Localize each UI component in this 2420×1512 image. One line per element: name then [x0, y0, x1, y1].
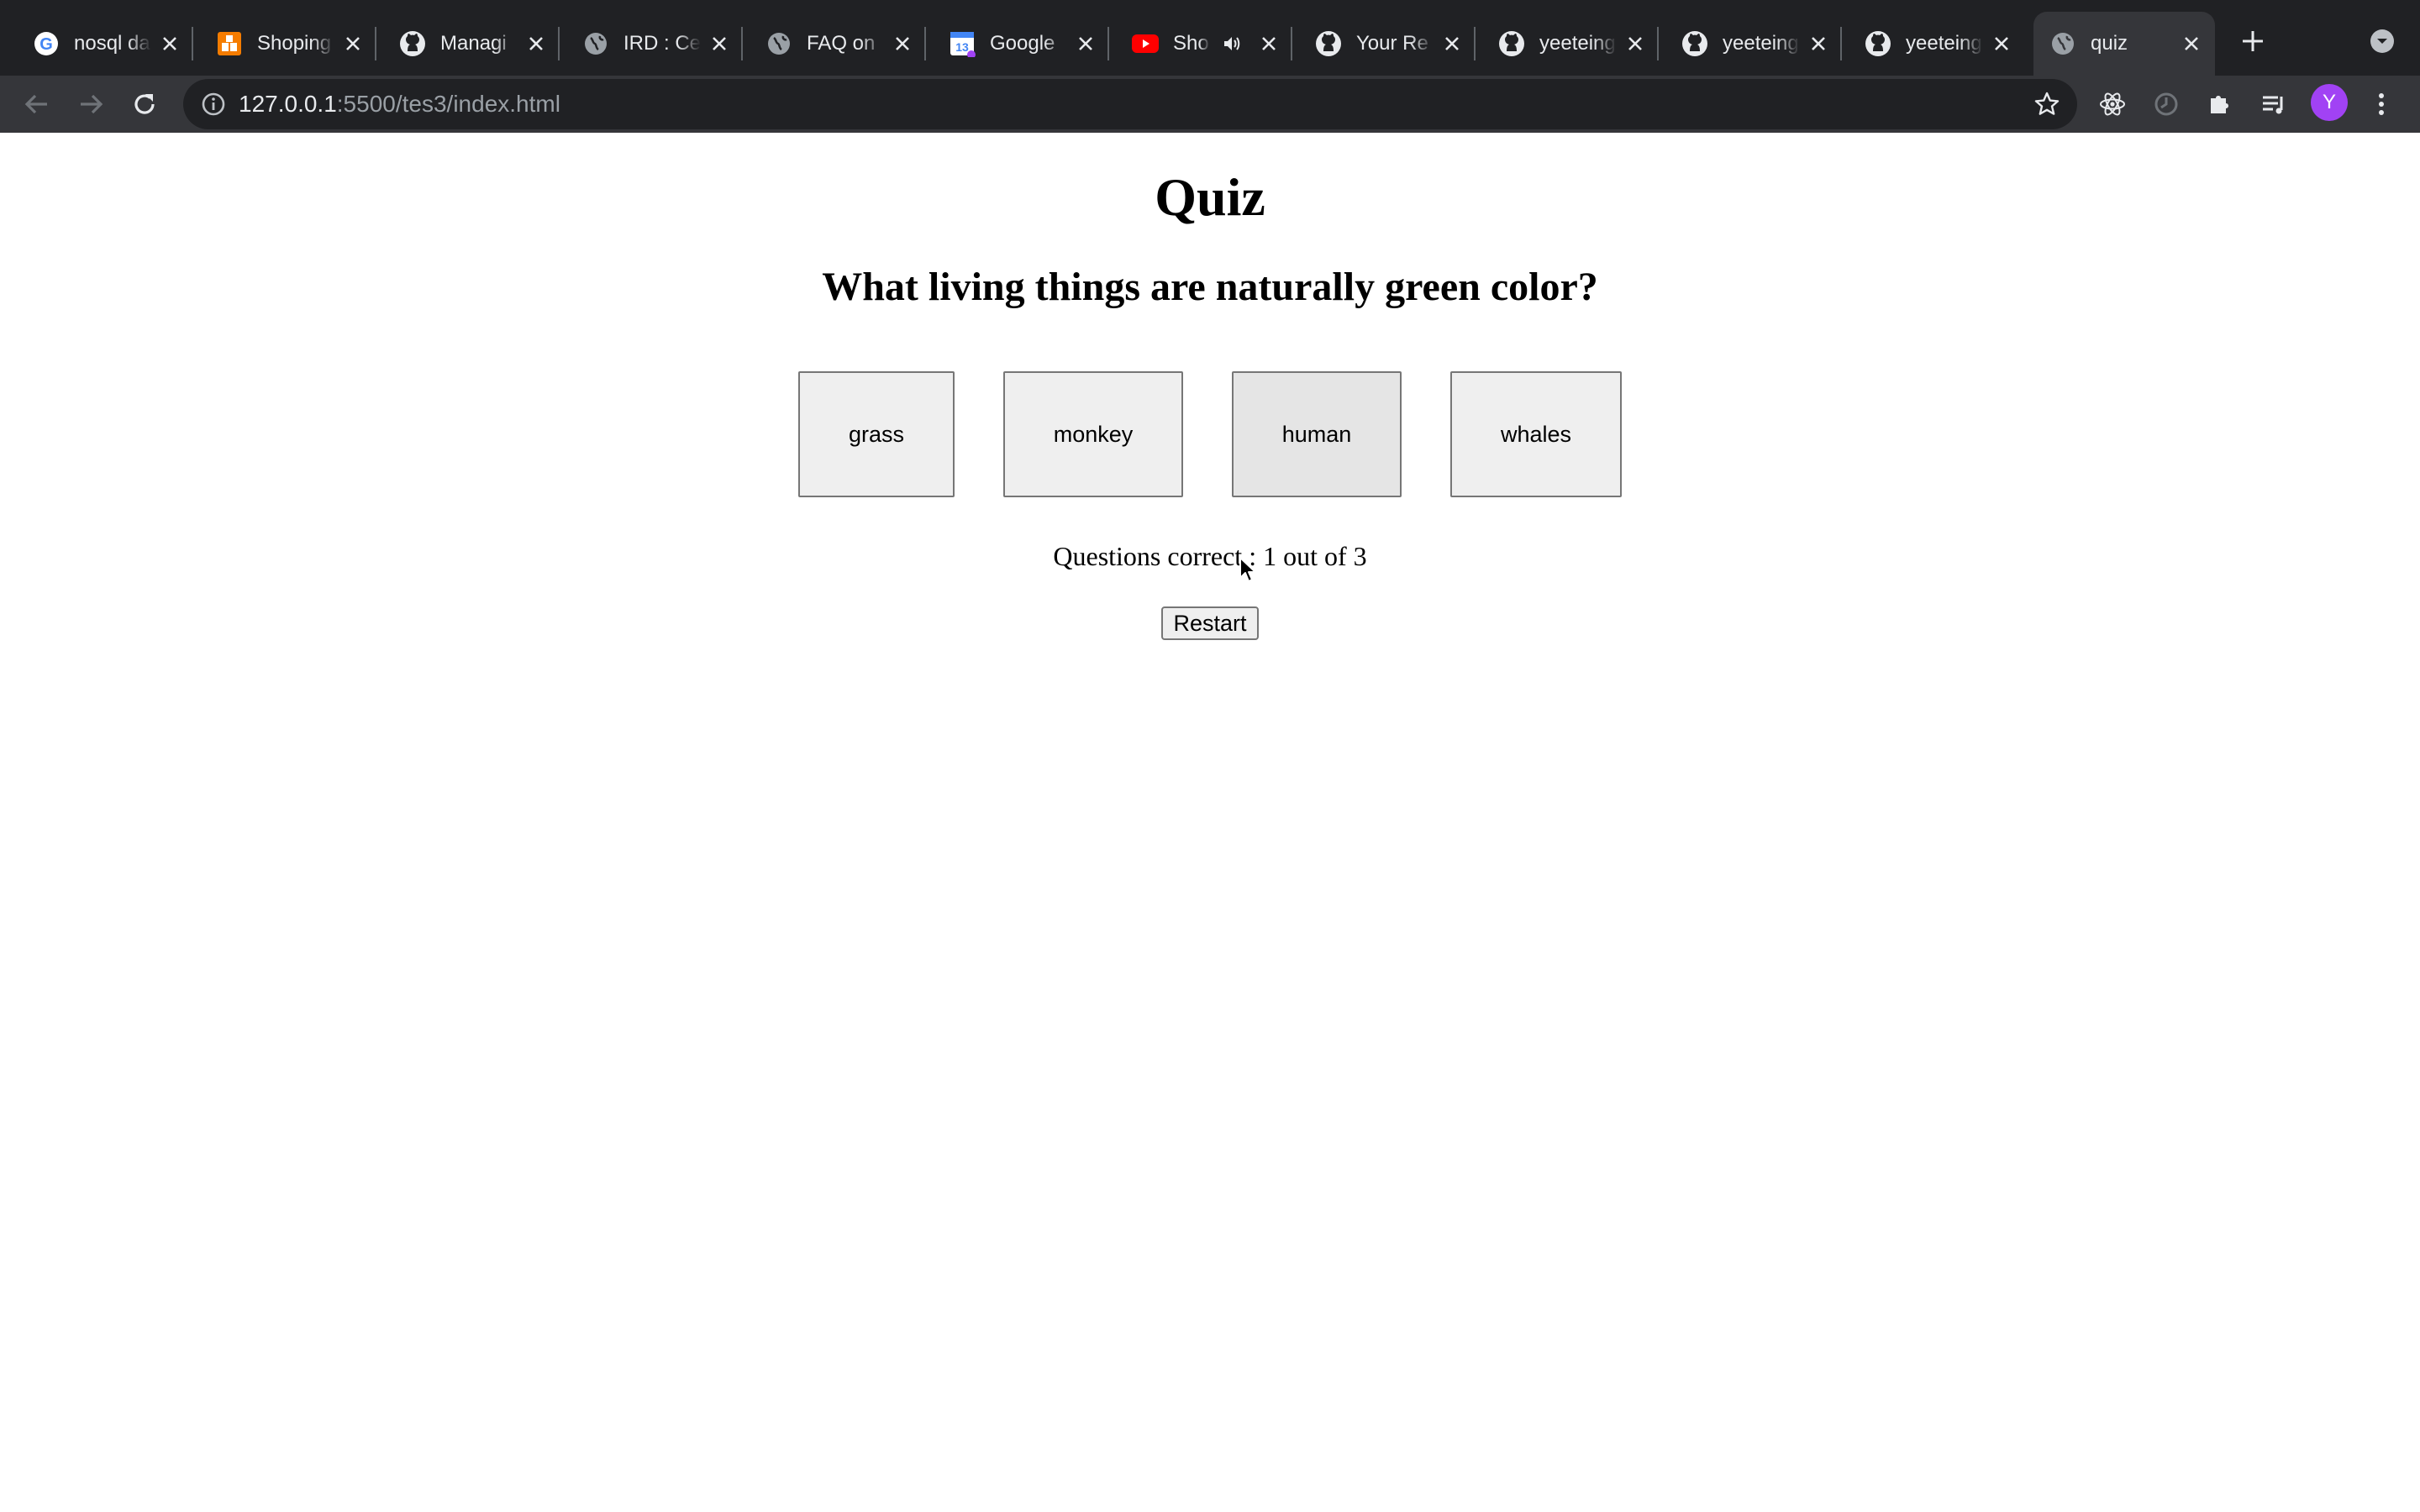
calendar-icon: 13: [948, 29, 976, 58]
tab-title: Managi: [440, 32, 507, 55]
tab-title: FAQ on: [807, 32, 876, 55]
url-text[interactable]: 127.0.0.1:5500/tes3/index.html: [239, 79, 560, 129]
tab-separator: [741, 27, 743, 60]
tab-youtube[interactable]: Sho: [1116, 12, 1292, 76]
tab-separator: [375, 27, 376, 60]
github-icon: [1314, 29, 1343, 58]
answer-button-human[interactable]: human: [1232, 371, 1402, 497]
close-tab-icon[interactable]: [1440, 32, 1464, 55]
tab-strip: G nosql da Shoping Managi IRD : Ce FAQ o…: [0, 0, 2420, 76]
tab-separator: [1291, 27, 1292, 60]
tab-nosql[interactable]: G nosql da: [17, 12, 193, 76]
globe-icon: [2049, 29, 2077, 58]
forward-icon[interactable]: [74, 87, 108, 121]
restart-button[interactable]: Restart: [1161, 606, 1259, 640]
close-tab-icon[interactable]: [524, 32, 548, 55]
github-icon: [1681, 29, 1709, 58]
tab-separator: [192, 27, 193, 60]
reload-icon[interactable]: [128, 87, 161, 121]
youtube-icon: [1131, 29, 1160, 58]
tab-quiz[interactable]: quiz: [2033, 12, 2215, 76]
close-tab-icon[interactable]: [341, 32, 365, 55]
close-tab-icon[interactable]: [1990, 32, 2013, 55]
speaker-icon[interactable]: [1222, 34, 1242, 54]
tab-search-icon[interactable]: [2368, 27, 2396, 55]
tab-separator: [1657, 27, 1659, 60]
info-icon[interactable]: [198, 89, 229, 119]
score-text: Questions correct : 1 out of 3: [1053, 541, 1367, 571]
tab-your-repos[interactable]: Your Re: [1299, 12, 1476, 76]
globe-icon: [581, 29, 610, 58]
tab-ird[interactable]: IRD : Ce: [566, 12, 743, 76]
url-host: 127.0.0.1: [239, 91, 337, 117]
close-tab-icon[interactable]: [1257, 32, 1281, 55]
tab-separator: [1840, 27, 1842, 60]
close-tab-icon[interactable]: [2180, 32, 2203, 55]
close-tab-icon[interactable]: [708, 32, 731, 55]
tab-title: nosql da: [74, 32, 150, 55]
tab-yeeteing-1[interactable]: yeeteing: [1482, 12, 1659, 76]
tab-title: Your Re: [1356, 32, 1428, 55]
tab-title: Google: [990, 32, 1055, 55]
address-bar[interactable]: 127.0.0.1:5500/tes3/index.html: [183, 79, 2077, 129]
bookmark-star-icon[interactable]: [2032, 89, 2062, 119]
tab-shoping[interactable]: Shoping: [200, 12, 376, 76]
tab-faq[interactable]: FAQ on: [750, 12, 926, 76]
google-icon: G: [32, 29, 60, 58]
tab-managing[interactable]: Managi: [383, 12, 560, 76]
back-icon[interactable]: [20, 87, 54, 121]
menu-icon[interactable]: [2365, 87, 2398, 121]
github-icon: [398, 29, 427, 58]
history-extension-icon[interactable]: [2149, 87, 2183, 121]
tab-separator: [1474, 27, 1476, 60]
tab-title: Shoping: [257, 32, 332, 55]
tab-separator: [924, 27, 926, 60]
mouse-cursor-icon: [1239, 557, 1256, 582]
tab-yeeteing-3[interactable]: yeeteing: [1849, 12, 2025, 76]
tab-title: Sho: [1173, 32, 1209, 55]
tab-title: yeeteing: [1723, 32, 1799, 55]
question-text: What living things are naturally green c…: [822, 265, 1598, 309]
github-icon: [1864, 29, 1892, 58]
url-path: :5500/tes3/index.html: [336, 91, 560, 117]
new-tab-icon[interactable]: [2235, 24, 2270, 59]
page-title: Quiz: [1155, 167, 1265, 227]
globe-icon: [765, 29, 793, 58]
extensions-icon[interactable]: [2203, 87, 2237, 121]
tab-title: quiz: [2091, 32, 2128, 55]
tab-title: IRD : Ce: [623, 32, 701, 55]
react-devtools-icon[interactable]: [2096, 87, 2129, 121]
tab-title: yeeteing: [1539, 32, 1616, 55]
tab-separator: [558, 27, 560, 60]
tab-separator: [1107, 27, 1109, 60]
answer-button-monkey[interactable]: monkey: [1003, 371, 1183, 497]
tab-title: yeeteing: [1906, 32, 1982, 55]
answer-button-whales[interactable]: whales: [1450, 371, 1622, 497]
shop-icon: [215, 29, 244, 58]
answer-button-grass[interactable]: grass: [798, 371, 955, 497]
tab-yeeteing-2[interactable]: yeeteing: [1665, 12, 1842, 76]
quiz-page: Quiz What living things are naturally gr…: [0, 133, 2420, 1512]
github-icon: [1497, 29, 1526, 58]
tab-google-calendar[interactable]: 13 Google: [933, 12, 1109, 76]
close-tab-icon[interactable]: [158, 32, 182, 55]
close-tab-icon[interactable]: [1623, 32, 1647, 55]
svg-text:G: G: [39, 35, 53, 54]
close-tab-icon[interactable]: [1074, 32, 1097, 55]
svg-text:13: 13: [955, 40, 969, 54]
close-tab-icon[interactable]: [1807, 32, 1830, 55]
close-tab-icon[interactable]: [891, 32, 914, 55]
profile-avatar[interactable]: Y: [2311, 84, 2348, 121]
reading-list-icon[interactable]: [2257, 87, 2291, 121]
